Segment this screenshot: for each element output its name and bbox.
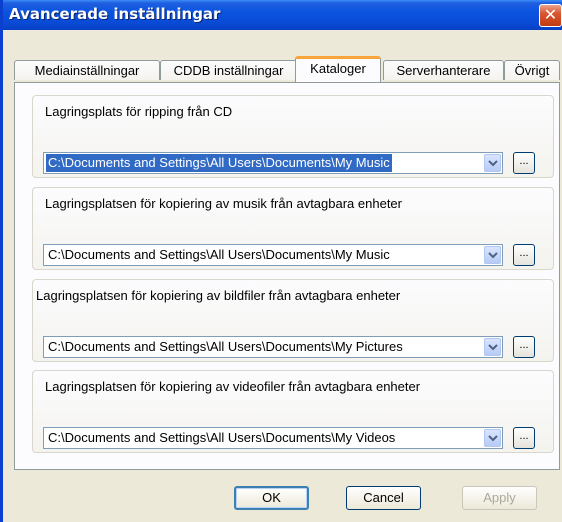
combobox-value: C:\Documents and Settings\All Users\Docu… [48, 339, 403, 354]
tab-label: CDDB inställningar [173, 63, 284, 78]
chevron-down-icon [488, 344, 498, 351]
close-icon: ✕ [543, 5, 558, 24]
cancel-button[interactable]: Cancel [346, 486, 421, 510]
path-combobox-video-copy[interactable]: C:\Documents and Settings\All Users\Docu… [43, 427, 503, 449]
tab-kataloger[interactable]: Kataloger [295, 56, 381, 82]
dropdown-button[interactable] [484, 154, 501, 172]
tab-ovrigt[interactable]: Övrigt [504, 60, 560, 80]
dropdown-button[interactable] [484, 338, 501, 356]
tab-cddb-installningar[interactable]: CDDB inställningar [160, 60, 297, 80]
group-picture-copy: Lagringsplatsen för kopiering av bildfil… [32, 279, 554, 362]
combobox-value: C:\Documents and Settings\All Users\Docu… [48, 430, 396, 445]
dropdown-button[interactable] [484, 246, 501, 264]
group-label: Lagringsplatsen för kopiering av bildfil… [36, 288, 401, 303]
browse-button[interactable]: ... [513, 427, 535, 449]
group-cd-ripping: Lagringsplats för ripping från CD C:\Doc… [32, 95, 554, 178]
browse-button[interactable]: ... [513, 152, 535, 174]
group-music-copy: Lagringsplatsen för kopiering av musik f… [32, 187, 554, 270]
group-label: Lagringsplats för ripping från CD [45, 104, 233, 119]
dropdown-button[interactable] [484, 429, 501, 447]
browse-button[interactable]: ... [513, 244, 535, 266]
tab-mediainstallningar[interactable]: Mediainställningar [14, 60, 160, 80]
chevron-down-icon [488, 160, 498, 167]
group-video-copy: Lagringsplatsen för kopiering av videofi… [32, 370, 554, 453]
dialog-window: Avancerade inställningar ✕ Mediainställn… [0, 0, 562, 522]
window-title: Avancerade inställningar [9, 5, 221, 23]
ok-button[interactable]: OK [234, 486, 309, 510]
path-combobox-cd-ripping[interactable]: C:\Documents and Settings\All Users\Docu… [43, 152, 503, 174]
chevron-down-icon [488, 435, 498, 442]
path-combobox-picture-copy[interactable]: C:\Documents and Settings\All Users\Docu… [43, 336, 503, 358]
tab-label: Kataloger [310, 61, 366, 76]
title-bar[interactable]: Avancerade inställningar ✕ [3, 0, 562, 30]
apply-button[interactable]: Apply [462, 486, 537, 510]
tab-label: Serverhanterare [396, 63, 491, 78]
browse-button[interactable]: ... [513, 336, 535, 358]
tab-label: Övrigt [514, 63, 550, 78]
combobox-value: C:\Documents and Settings\All Users\Docu… [48, 247, 390, 262]
tab-label: Mediainställningar [34, 63, 140, 78]
close-button[interactable]: ✕ [539, 4, 562, 27]
group-label: Lagringsplatsen för kopiering av videofi… [45, 379, 421, 394]
tab-serverhanterare[interactable]: Serverhanterare [383, 60, 504, 80]
group-label: Lagringsplatsen för kopiering av musik f… [45, 196, 402, 211]
combobox-value: C:\Documents and Settings\All Users\Docu… [46, 154, 392, 172]
chevron-down-icon [488, 252, 498, 259]
path-combobox-music-copy[interactable]: C:\Documents and Settings\All Users\Docu… [43, 244, 503, 266]
